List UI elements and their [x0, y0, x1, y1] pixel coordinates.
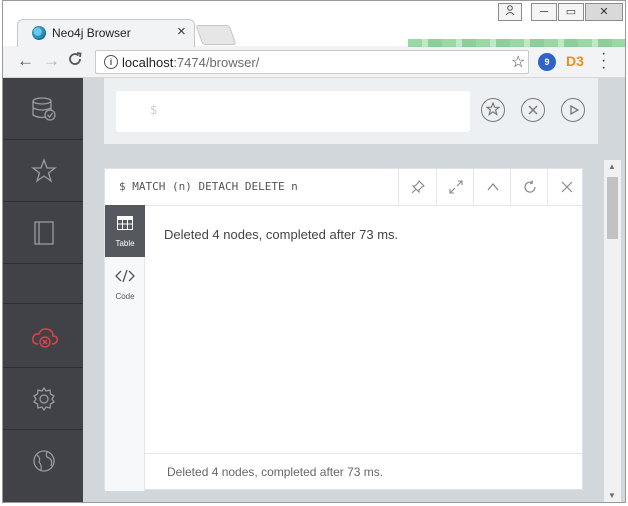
gear-icon [33, 386, 55, 412]
editor-prompt: $ [150, 103, 158, 117]
url-text: localhost:7474/browser/ [122, 55, 260, 70]
frame-header: $ MATCH (n) DETACH DELETE n [105, 169, 582, 206]
bookmark-star-icon[interactable]: ☆ [511, 52, 525, 72]
minimize-button[interactable]: ─ [531, 3, 557, 21]
frame-status-bar: Deleted 4 nodes, completed after 73 ms. [145, 453, 582, 490]
expand-icon [448, 180, 463, 194]
neo4j-favicon-icon [32, 26, 46, 40]
cloud-disconnected-icon [32, 328, 58, 348]
scrollbar-thumb[interactable] [607, 177, 618, 239]
pin-icon [411, 180, 425, 194]
browser-menu-icon[interactable]: · · · [601, 46, 606, 76]
tab-title: Neo4j Browser [52, 26, 131, 40]
frame-body: Deleted 4 nodes, completed after 73 ms. [145, 205, 582, 455]
browser-tab[interactable]: Neo4j Browser × [17, 19, 195, 47]
play-icon [570, 104, 580, 116]
status-message: Deleted 4 nodes, completed after 73 ms. [167, 465, 384, 479]
collapse-button[interactable] [473, 169, 511, 205]
code-icon [115, 269, 135, 283]
sidebar-item-connection[interactable] [3, 306, 83, 368]
browser-toolbar: ← → i localhost:7474/browser/ ☆ [3, 47, 625, 78]
info-icon[interactable]: i [104, 55, 118, 69]
back-button[interactable]: ← [17, 51, 34, 71]
tab-table-label: Table [115, 239, 135, 248]
star-outline-icon [485, 101, 501, 116]
sidebar-item-favorites[interactable] [3, 140, 83, 202]
tab-table[interactable]: Table [105, 205, 145, 257]
cypher-editor[interactable]: $ [116, 91, 470, 132]
tab-close-icon[interactable]: × [177, 23, 186, 40]
forward-button[interactable]: → [43, 51, 60, 71]
address-bar[interactable]: i localhost:7474/browser/ ☆ [95, 50, 529, 74]
editor-area: $ [104, 78, 598, 144]
rerun-button[interactable] [510, 169, 548, 205]
tab-code[interactable]: Code [105, 258, 145, 310]
sidebar [3, 78, 83, 502]
run-button[interactable] [561, 98, 585, 122]
book-icon [34, 221, 54, 245]
browser-window: Neo4j Browser × ─ ▭ ✕ ← → i localhost:74… [2, 0, 626, 503]
sidebar-item-about[interactable] [3, 430, 83, 492]
sidebar-item-settings[interactable] [3, 368, 83, 430]
close-window-button[interactable]: ✕ [585, 3, 623, 21]
sidebar-spacer [3, 264, 83, 304]
sidebar-item-documents[interactable] [3, 202, 83, 264]
favorite-button[interactable] [481, 98, 505, 122]
maximize-button[interactable]: ▭ [558, 3, 584, 21]
vertical-scrollbar[interactable]: ▲ ▼ [604, 160, 621, 502]
sidebar-item-database[interactable] [3, 78, 83, 140]
about-icon [33, 450, 55, 472]
user-icon [505, 5, 515, 16]
database-icon [32, 97, 56, 121]
star-icon [31, 158, 57, 183]
pin-button[interactable] [398, 169, 436, 205]
extension-icon[interactable]: 9 [538, 53, 556, 71]
close-icon [561, 181, 572, 193]
fullscreen-button[interactable] [436, 169, 474, 205]
scroll-up-arrow[interactable]: ▲ [608, 162, 616, 171]
clear-button[interactable] [521, 98, 545, 122]
tab-code-label: Code [115, 292, 135, 301]
chevron-up-icon [487, 182, 498, 191]
profile-button[interactable] [498, 3, 522, 21]
reload-icon [69, 52, 82, 65]
neo4j-app: $ $ MATCH (n) DETACH DELETE n Table Code… [3, 78, 625, 502]
frame-view-tabs: Table Code [105, 205, 145, 491]
title-bar: Neo4j Browser × ─ ▭ ✕ [3, 1, 625, 47]
frame-command[interactable]: $ MATCH (n) DETACH DELETE n [119, 180, 298, 193]
close-frame-button[interactable] [547, 169, 585, 205]
result-message: Deleted 4 nodes, completed after 73 ms. [164, 227, 399, 242]
rerun-icon [523, 180, 536, 193]
background-decoration [408, 39, 625, 47]
scroll-down-arrow[interactable]: ▼ [608, 491, 616, 500]
new-tab-button[interactable] [195, 25, 237, 45]
result-frame: $ MATCH (n) DETACH DELETE n Table Code D… [104, 168, 583, 491]
d3-extension-icon[interactable]: D3 [566, 53, 584, 69]
reload-button[interactable] [67, 51, 83, 72]
table-icon [117, 216, 133, 230]
close-icon [528, 105, 538, 115]
